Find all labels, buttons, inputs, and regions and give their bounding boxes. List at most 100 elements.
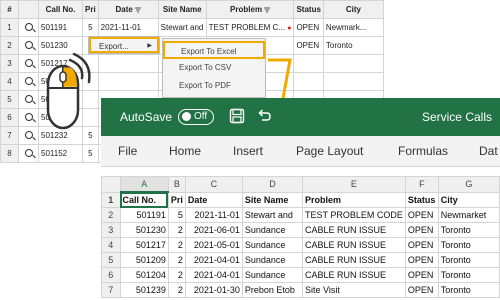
view-button[interactable] <box>18 126 39 145</box>
cell[interactable]: OPEN <box>404 252 439 268</box>
cell[interactable]: Status <box>404 191 439 208</box>
cell[interactable]: 2021-01-30 <box>184 282 243 298</box>
cell[interactable]: 2021-06-01 <box>184 222 243 238</box>
column-header-b[interactable]: B <box>167 176 186 193</box>
cell[interactable]: Call No. <box>119 191 169 208</box>
cell[interactable]: City <box>437 191 500 208</box>
cell[interactable]: Problem <box>302 191 406 208</box>
cell-call-no: 501152 <box>38 144 83 163</box>
export-menu-item[interactable]: Export... ▶ <box>89 37 159 53</box>
cell-date <box>97 72 159 91</box>
cell[interactable]: Sundance <box>241 267 304 283</box>
table-row[interactable]: 1 501191 5 2021-11-01 Stewart and TEST P… <box>0 18 384 37</box>
row-header[interactable]: 3 <box>101 222 121 238</box>
cell[interactable]: Sundance <box>241 252 304 268</box>
undo-icon[interactable] <box>256 108 272 124</box>
cell[interactable]: Newmarket <box>437 207 500 223</box>
export-to-csv-item[interactable]: Export To CSV <box>163 60 265 78</box>
view-button[interactable] <box>18 54 39 73</box>
cell[interactable]: 2 <box>167 252 186 268</box>
view-button[interactable] <box>18 108 39 127</box>
grid-col-date[interactable]: Date <box>97 0 159 19</box>
cell[interactable]: Site Visit <box>302 282 406 298</box>
cell[interactable]: CABLE RUN ISSUE <box>302 252 406 268</box>
cell[interactable]: Toronto <box>437 222 500 238</box>
cell[interactable]: 2 <box>167 267 186 283</box>
view-button[interactable] <box>18 18 39 37</box>
tab-page-layout[interactable]: Page Layout <box>296 144 363 158</box>
column-header-c[interactable]: C <box>184 176 243 193</box>
view-button[interactable] <box>18 72 39 91</box>
cell[interactable]: Stewart and <box>241 207 304 223</box>
view-button[interactable] <box>18 144 39 163</box>
row-header[interactable]: 6 <box>101 267 121 283</box>
export-to-pdf-item[interactable]: Export To PDF <box>163 78 265 96</box>
column-header-g[interactable]: G <box>437 176 500 193</box>
cell[interactable]: 501230 <box>119 222 169 238</box>
cell[interactable]: 2021-05-01 <box>184 237 243 253</box>
cell[interactable]: Toronto <box>437 282 500 298</box>
cell[interactable]: 501209 <box>119 252 169 268</box>
cell[interactable]: 2 <box>167 237 186 253</box>
column-menu-icon[interactable] <box>264 7 271 13</box>
tab-home[interactable]: Home <box>169 144 201 158</box>
autosave-toggle[interactable]: Off <box>178 109 214 125</box>
cell[interactable]: Sundance <box>241 237 304 253</box>
grid-col-callno[interactable]: Call No. <box>38 0 83 19</box>
column-header-f[interactable]: F <box>404 176 439 193</box>
view-button[interactable] <box>18 90 39 109</box>
cell[interactable]: OPEN <box>404 282 439 298</box>
cell[interactable]: OPEN <box>404 222 439 238</box>
cell[interactable]: Toronto <box>437 252 500 268</box>
cell[interactable]: OPEN <box>404 207 439 223</box>
cell[interactable]: Toronto <box>437 267 500 283</box>
cell[interactable]: 501239 <box>119 282 169 298</box>
column-menu-icon[interactable] <box>134 7 141 13</box>
row-header[interactable]: 5 <box>101 252 121 268</box>
grid-col-status[interactable]: Status <box>293 0 324 19</box>
grid-col-site[interactable]: Site Name <box>157 0 207 19</box>
cell[interactable]: TEST PROBLEM CODE <box>302 207 406 223</box>
row-header[interactable]: 7 <box>101 282 121 298</box>
cell[interactable]: CABLE RUN ISSUE <box>302 237 406 253</box>
cell[interactable]: CABLE RUN ISSUE <box>302 222 406 238</box>
tab-file[interactable]: File <box>118 144 137 158</box>
grid-col-view[interactable] <box>18 0 39 19</box>
cell[interactable]: Toronto <box>437 237 500 253</box>
cell[interactable]: 501217 <box>119 237 169 253</box>
cell[interactable]: 2 <box>167 282 186 298</box>
cell[interactable]: Date <box>184 191 243 208</box>
cell[interactable]: 501191 <box>119 207 169 223</box>
column-header-e[interactable]: E <box>302 176 406 193</box>
grid-col-city[interactable]: City <box>322 0 384 19</box>
save-icon[interactable] <box>229 108 245 124</box>
row-header[interactable]: 4 <box>101 237 121 253</box>
cell[interactable]: Site Name <box>241 191 304 208</box>
cell[interactable]: Sundance <box>241 222 304 238</box>
grid-col-pri[interactable]: Pri <box>82 0 99 19</box>
cell[interactable]: OPEN <box>404 267 439 283</box>
select-all-corner[interactable] <box>101 176 121 193</box>
cell[interactable]: 2021-04-01 <box>184 267 243 283</box>
cell[interactable]: 501204 <box>119 267 169 283</box>
export-to-excel-item[interactable]: Export To Excel <box>163 41 265 59</box>
cell[interactable]: 2021-11-01 <box>184 207 243 223</box>
view-button[interactable] <box>18 36 39 55</box>
row-header[interactable]: 1 <box>101 191 121 208</box>
cell[interactable]: 5 <box>167 207 186 223</box>
grid-col-num[interactable]: # <box>0 0 19 19</box>
flag-icon: ● <box>287 25 292 32</box>
cell[interactable]: 2021-04-01 <box>184 252 243 268</box>
column-header-d[interactable]: D <box>241 176 304 193</box>
tab-formulas[interactable]: Formulas <box>398 144 448 158</box>
cell[interactable]: 2 <box>167 222 186 238</box>
cell[interactable]: OPEN <box>404 237 439 253</box>
cell[interactable]: Prebon Etob <box>241 282 304 298</box>
grid-col-problem[interactable]: Problem <box>205 0 295 19</box>
cell[interactable]: Pri <box>167 191 186 208</box>
row-header[interactable]: 2 <box>101 207 121 223</box>
cell[interactable]: CABLE RUN ISSUE <box>302 267 406 283</box>
column-header-a[interactable]: A <box>119 176 169 193</box>
tab-insert[interactable]: Insert <box>233 144 263 158</box>
tab-data[interactable]: Dat <box>479 144 498 158</box>
